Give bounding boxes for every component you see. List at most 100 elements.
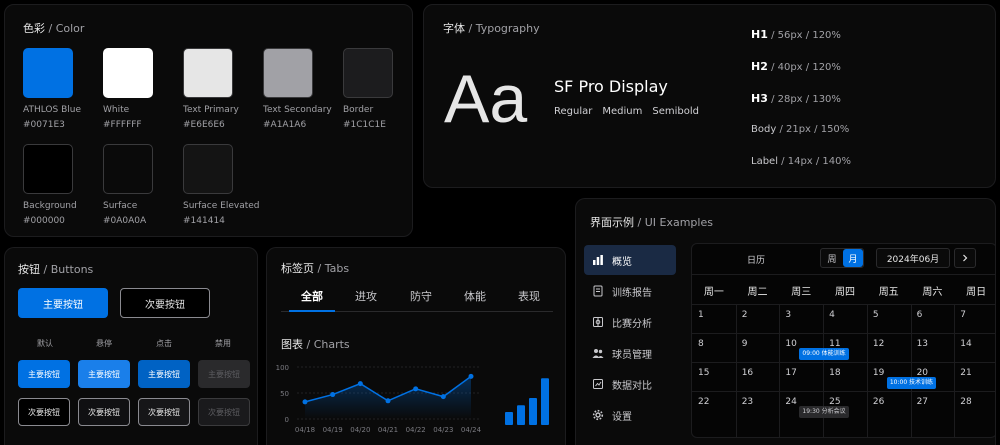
calendar-day[interactable]: 23 [742, 397, 753, 407]
sidebar-item-label: 训练报告 [612, 287, 652, 299]
color-swatch [103, 144, 153, 194]
calendar-day[interactable]: 15 [698, 368, 709, 378]
compare-icon [592, 378, 604, 390]
y-tick-label: 50 [280, 390, 289, 398]
calendar-day[interactable]: 19 [873, 368, 884, 378]
calendar-day[interactable]: 28 [960, 397, 971, 407]
chart-icon [592, 254, 604, 266]
x-tick-label: 04/23 [433, 426, 453, 434]
calendar-event[interactable]: 09:00 体能训练 [799, 348, 849, 360]
sidebar-item[interactable]: 概览 [584, 245, 676, 275]
week-view-button[interactable]: 周 [822, 249, 842, 267]
weekday-header: 周日 [966, 287, 987, 298]
buttons-card: 按钮 / Buttons 主要按钮 次要按钮 默认 悬停 点击 禁用 主要按钮 … [4, 247, 258, 445]
bar [541, 378, 549, 425]
color-swatch [263, 48, 313, 98]
color-swatch-name: Border [343, 105, 374, 115]
calendar-day[interactable]: 14 [960, 339, 971, 349]
bar [517, 405, 525, 425]
report-icon [592, 285, 604, 297]
gear-icon [592, 409, 604, 421]
type-scale-row: H1 / 56px / 120% [751, 28, 841, 41]
sidebar-item[interactable]: 数据对比 [584, 369, 676, 399]
font-weights: Regular Medium Semibold [554, 106, 699, 117]
grid-line [866, 304, 868, 437]
color-swatch [23, 48, 73, 98]
color-swatch-hex: #141414 [183, 216, 225, 226]
secondary-button-pressed[interactable]: 次要按钮 [138, 398, 190, 426]
sidebar-item-label: 比赛分析 [612, 318, 652, 330]
calendar-day[interactable]: 12 [873, 339, 884, 349]
sidebar-item-label: 球员管理 [612, 349, 652, 361]
x-tick-label: 04/19 [323, 426, 343, 434]
line-point [413, 386, 419, 392]
state-label-hover: 悬停 [96, 339, 112, 348]
grid-line [779, 304, 781, 437]
analysis-icon [592, 316, 604, 328]
line-area [305, 376, 471, 419]
calendar-day[interactable]: 7 [960, 310, 966, 320]
primary-button-pressed[interactable]: 主要按钮 [138, 360, 190, 388]
sidebar-item-label: 设置 [612, 411, 632, 423]
calendar-event[interactable]: 10:00 技术训练 [886, 377, 937, 389]
secondary-button-hover[interactable]: 次要按钮 [78, 398, 130, 426]
secondary-button-large[interactable]: 次要按钮 [120, 288, 210, 318]
next-month-button[interactable] [954, 248, 976, 268]
type-scale-spec: / 14px / 140% [781, 156, 852, 167]
tabs-charts-card: 标签页 / Tabs 全部 进攻 防守 体能 表现 图表 / Charts 05… [266, 247, 566, 445]
calendar-day[interactable]: 1 [698, 310, 704, 320]
secondary-button-default[interactable]: 次要按钮 [18, 398, 70, 426]
type-scale-name: H2 [751, 60, 768, 73]
calendar-day[interactable]: 21 [960, 368, 971, 378]
primary-button-large[interactable]: 主要按钮 [18, 288, 108, 318]
secondary-button-disabled: 次要按钮 [198, 398, 250, 426]
calendar-day[interactable]: 17 [785, 368, 796, 378]
calendar-day[interactable]: 2 [742, 310, 748, 320]
month-view-button[interactable]: 月 [843, 249, 863, 267]
y-tick-label: 0 [285, 416, 289, 424]
primary-button-default[interactable]: 主要按钮 [18, 360, 70, 388]
sidebar-item[interactable]: 训练报告 [584, 276, 676, 306]
calendar-day[interactable]: 18 [829, 368, 840, 378]
color-swatch-hex: #A1A1A6 [263, 120, 307, 130]
type-scale-spec: / 21px / 150% [779, 124, 850, 135]
calendar-day[interactable]: 10 [785, 339, 796, 349]
color-swatch-hex: #1C1C1E [343, 120, 386, 130]
color-card: 色彩 / Color ATHLOS Blue #0071E3 White #FFFFF… [4, 4, 413, 237]
weight-medium: Medium [602, 106, 643, 117]
calendar-title: 日历 [747, 256, 766, 266]
grid-line [735, 304, 737, 437]
weekday-header: 周五 [878, 287, 899, 298]
sidebar-item[interactable]: 比赛分析 [584, 307, 676, 337]
grid-line [692, 333, 995, 334]
typography-card-title: 字体 / Typography [443, 22, 540, 35]
calendar-day[interactable]: 24 [785, 397, 796, 407]
sidebar-item[interactable]: 设置 [584, 400, 676, 430]
calendar-day[interactable]: 3 [785, 310, 791, 320]
color-swatch-name: Text Secondary [263, 105, 332, 115]
calendar-day[interactable]: 26 [873, 397, 884, 407]
calendar-day[interactable]: 27 [917, 397, 928, 407]
calendar-day[interactable]: 6 [917, 310, 923, 320]
color-swatch-name: Background [23, 201, 77, 211]
calendar-day[interactable]: 16 [742, 368, 753, 378]
color-swatch [103, 48, 153, 98]
calendar-day[interactable]: 5 [873, 310, 879, 320]
line-point [468, 373, 474, 379]
calendar-day[interactable]: 9 [742, 339, 748, 349]
calendar-day[interactable]: 13 [917, 339, 928, 349]
month-picker[interactable]: 2024年06月 [876, 248, 950, 268]
color-swatch-name: Surface Elevated [183, 201, 260, 211]
type-scale-row: Label / 14px / 140% [751, 156, 851, 167]
calendar-day[interactable]: 4 [829, 310, 835, 320]
calendar-event[interactable]: 19:30 分析会议 [799, 406, 849, 418]
bar [529, 397, 537, 425]
calendar-day[interactable]: 8 [698, 339, 704, 349]
color-swatch [183, 48, 233, 98]
calendar-day[interactable]: 22 [698, 397, 709, 407]
primary-button-hover[interactable]: 主要按钮 [78, 360, 130, 388]
line-point [357, 381, 363, 387]
sidebar-item[interactable]: 球员管理 [584, 338, 676, 368]
line-point [302, 399, 308, 405]
type-scale-row: H2 / 40px / 120% [751, 60, 841, 73]
